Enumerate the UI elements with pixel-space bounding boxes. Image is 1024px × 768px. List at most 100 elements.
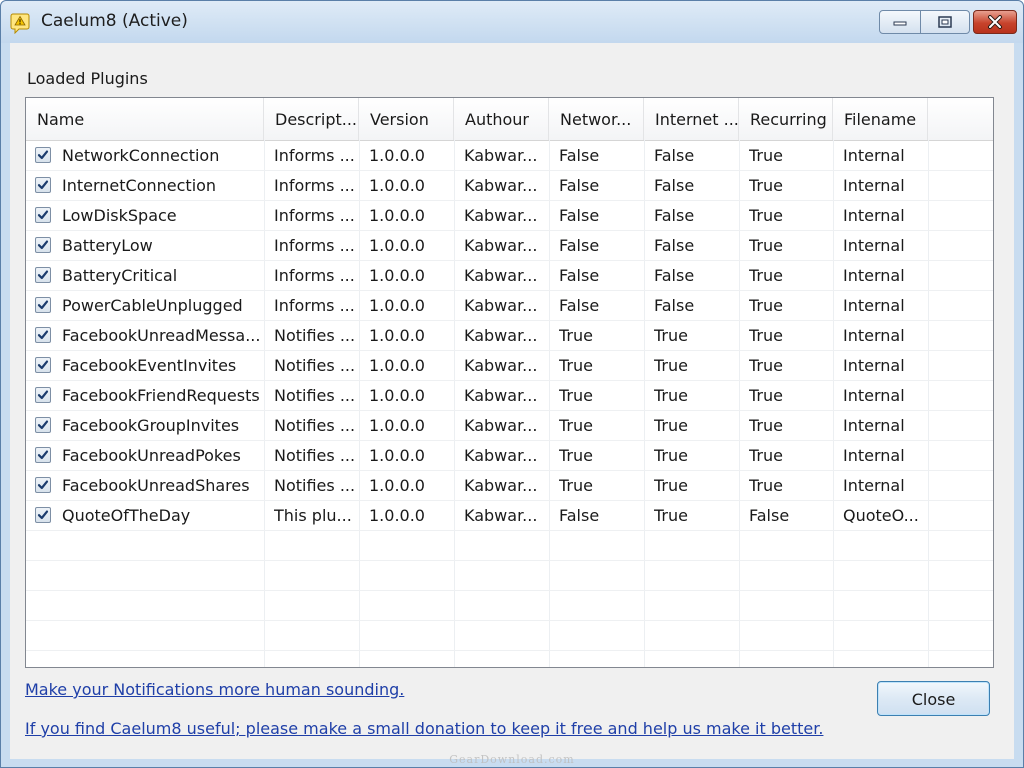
internet-cell: True — [654, 386, 688, 405]
internet-cell: False — [654, 176, 695, 195]
recurring-cell: True — [749, 446, 783, 465]
version-cell: 1.0.0.0 — [369, 266, 425, 285]
table-row[interactable]: BatteryLow Informs ... 1.0.0.0 Kabwar... Fal… — [26, 230, 993, 260]
version-cell: 1.0.0.0 — [369, 386, 425, 405]
checkmark-icon — [37, 240, 49, 250]
recurring-cell: True — [749, 296, 783, 315]
table-row[interactable]: InternetConnection Informs ... 1.0.0.0 Kabw… — [26, 170, 993, 200]
checkmark-icon — [37, 450, 49, 460]
table-row[interactable]: FacebookUnreadPokes Notifies ... 1.0.0.0 Ka… — [26, 440, 993, 470]
recurring-cell: True — [749, 416, 783, 435]
enable-checkbox[interactable] — [35, 477, 51, 493]
table-row[interactable]: FacebookUnreadMessa... Notifies ... 1.0.0.… — [26, 320, 993, 350]
filename-cell: Internal — [843, 176, 905, 195]
recurring-cell: True — [749, 206, 783, 225]
enable-checkbox[interactable] — [35, 417, 51, 433]
internet-cell: False — [654, 206, 695, 225]
maximize-button[interactable] — [920, 10, 970, 34]
author-cell: Kabwar... — [464, 176, 538, 195]
enable-checkbox[interactable] — [35, 507, 51, 523]
name-cell: FacebookGroupInvites — [62, 416, 240, 435]
name-cell: NetworkConnection — [62, 146, 220, 165]
recurring-cell: False — [749, 506, 790, 525]
network-cell: True — [559, 476, 593, 495]
enable-checkbox[interactable] — [35, 147, 51, 163]
table-row[interactable]: LowDiskSpace Informs ... 1.0.0.0 Kabwar... F… — [26, 200, 993, 230]
author-cell: Kabwar... — [464, 206, 538, 225]
recurring-cell: True — [749, 236, 783, 255]
table-row[interactable]: QuoteOfTheDay This plu... 1.0.0.0 Kabwar...… — [26, 500, 993, 530]
warning-app-icon — [10, 12, 30, 35]
filename-cell: Internal — [843, 386, 905, 405]
enable-checkbox[interactable] — [35, 327, 51, 343]
version-cell: 1.0.0.0 — [369, 296, 425, 315]
table-row[interactable]: FacebookUnreadShares Notifies ... 1.0.0.0 K… — [26, 470, 993, 500]
maximize-icon — [938, 16, 952, 28]
checkmark-icon — [37, 270, 49, 280]
column-header-name[interactable]: Name — [26, 98, 264, 140]
title-bar[interactable]: Caelum8 (Active) — [1, 1, 1023, 43]
filename-cell: Internal — [843, 416, 905, 435]
row-divider — [26, 620, 993, 621]
enable-checkbox[interactable] — [35, 207, 51, 223]
version-cell: 1.0.0.0 — [369, 236, 425, 255]
description-cell: Notifies ... — [274, 356, 356, 375]
network-cell: True — [559, 416, 593, 435]
column-header-filename[interactable]: Filename — [833, 98, 928, 140]
internet-cell: True — [654, 416, 688, 435]
column-header-description[interactable]: Descript... — [264, 98, 359, 140]
checkmark-icon — [37, 390, 49, 400]
enable-checkbox[interactable] — [35, 237, 51, 253]
filename-cell: Internal — [843, 266, 905, 285]
table-row[interactable]: FacebookGroupInvites Notifies ... 1.0.0.0 K… — [26, 410, 993, 440]
name-cell: FacebookEventInvites — [62, 356, 237, 375]
table-row[interactable]: FacebookFriendRequests Notifies ... 1.0.0.… — [26, 380, 993, 410]
caelum8-window: Caelum8 (Active) Loaded Plugins Name Des… — [0, 0, 1024, 768]
column-header-internet[interactable]: Internet ... — [644, 98, 739, 140]
enable-checkbox[interactable] — [35, 447, 51, 463]
minimize-button[interactable] — [879, 10, 921, 34]
internet-cell: True — [654, 476, 688, 495]
internet-cell: True — [654, 326, 688, 345]
row-divider — [26, 650, 993, 651]
watermark: GearDownload.com — [449, 753, 575, 766]
table-row[interactable]: NetworkConnection Informs ... 1.0.0.0 Kabwa… — [26, 140, 993, 170]
column-header-version[interactable]: Version — [359, 98, 454, 140]
checkmark-icon — [37, 180, 49, 190]
enable-checkbox[interactable] — [35, 297, 51, 313]
filename-cell: QuoteO... — [843, 506, 919, 525]
table-row[interactable]: FacebookEventInvites Notifies ... 1.0.0.0 K… — [26, 350, 993, 380]
column-header-recurring[interactable]: Recurring — [739, 98, 833, 140]
network-cell: True — [559, 446, 593, 465]
plugins-list[interactable]: Name Descript... Version Authour Networ.… — [25, 97, 994, 668]
humanize-notifications-link[interactable]: Make your Notifications more human sound… — [25, 680, 404, 699]
enable-checkbox[interactable] — [35, 357, 51, 373]
enable-checkbox[interactable] — [35, 177, 51, 193]
column-header-network[interactable]: Networ... — [549, 98, 644, 140]
network-cell: False — [559, 506, 600, 525]
description-cell: Notifies ... — [274, 446, 356, 465]
internet-cell: False — [654, 146, 695, 165]
enable-checkbox[interactable] — [35, 387, 51, 403]
donate-link[interactable]: If you find Caelum8 useful; please make … — [25, 719, 823, 738]
table-row[interactable]: BatteryCritical Informs ... 1.0.0.0 Kabwar.… — [26, 260, 993, 290]
close-button[interactable]: Close — [877, 681, 990, 716]
author-cell: Kabwar... — [464, 476, 538, 495]
network-cell: False — [559, 206, 600, 225]
network-cell: False — [559, 146, 600, 165]
recurring-cell: True — [749, 326, 783, 345]
network-cell: False — [559, 236, 600, 255]
checkmark-icon — [37, 210, 49, 220]
network-cell: True — [559, 356, 593, 375]
checkmark-icon — [37, 480, 49, 490]
filename-cell: Internal — [843, 296, 905, 315]
column-header-author[interactable]: Authour — [454, 98, 549, 140]
row-divider — [26, 590, 993, 591]
internet-cell: False — [654, 296, 695, 315]
table-row[interactable]: PowerCableUnplugged Informs ... 1.0.0.0 Kab… — [26, 290, 993, 320]
window-close-button[interactable] — [973, 10, 1017, 34]
enable-checkbox[interactable] — [35, 267, 51, 283]
recurring-cell: True — [749, 176, 783, 195]
author-cell: Kabwar... — [464, 386, 538, 405]
dialog-body: Loaded Plugins Name Descript... Version … — [10, 43, 1014, 759]
